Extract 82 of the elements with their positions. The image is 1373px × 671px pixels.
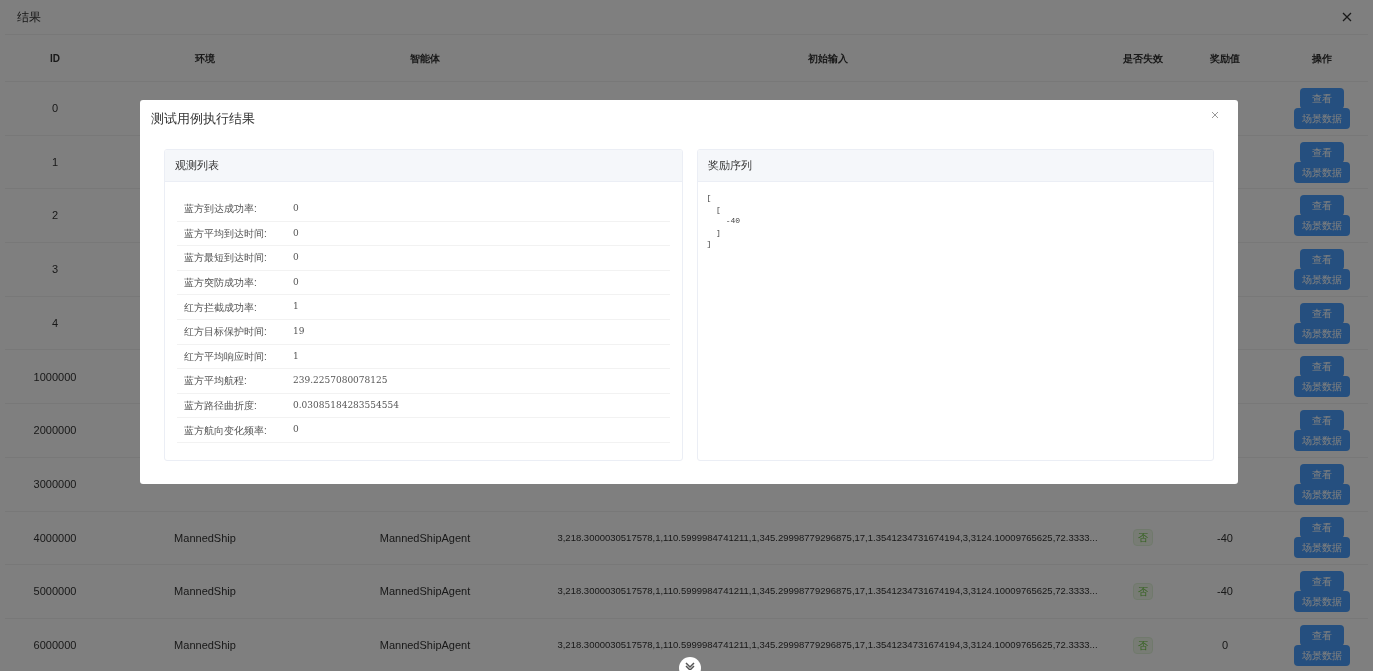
reward-cell-text: -40 xyxy=(1217,584,1233,600)
column-header: 是否失效 xyxy=(1122,51,1163,66)
observation-value: 0 xyxy=(293,423,299,437)
view-button[interactable]: 查看 xyxy=(1299,624,1344,646)
observation-value: 0 xyxy=(293,275,299,289)
observation-value: 0.03085184283554554 xyxy=(293,398,399,412)
scene-data-button[interactable]: 场景数据 xyxy=(1293,268,1350,290)
column-header: ID xyxy=(50,51,60,66)
observation-label: 红方目标保护时间: xyxy=(183,325,268,340)
observation-label: 蓝方平均航程: xyxy=(183,374,248,389)
view-button[interactable]: 查看 xyxy=(1299,517,1344,539)
observation-value: 19 xyxy=(293,325,305,338)
initial-input-cell: 3,218.3000030517578,1,110.5999984741211,1,345.29998779296875,17,1.3541234731674194,3,3124.10009765625,72.3333... xyxy=(557,530,1098,545)
scene-data-button[interactable]: 场景数据 xyxy=(1293,322,1350,344)
agent-cell-text: MannedShipAgent xyxy=(379,530,471,546)
view-button[interactable]: 查看 xyxy=(1299,302,1344,324)
observation-label: 蓝方突防成功率: xyxy=(183,276,258,291)
view-button[interactable]: 查看 xyxy=(1299,409,1344,431)
view-button[interactable]: 查看 xyxy=(1299,571,1344,593)
reward-cell-text: -40 xyxy=(1217,530,1233,546)
observation-value: 0 xyxy=(293,251,299,265)
column-header: 环境 xyxy=(195,51,215,66)
id-cell-text: 6000000 xyxy=(33,637,77,653)
agent-cell-text: MannedShipAgent xyxy=(379,584,471,600)
observation-label: 蓝方最短到达时间: xyxy=(183,251,268,266)
observation-label: 蓝方航向变化频率: xyxy=(183,423,268,438)
reward-sequence: [ [ -40 ] ] xyxy=(705,192,742,250)
column-header: 初始输入 xyxy=(807,51,848,66)
scene-data-button[interactable]: 场景数据 xyxy=(1293,107,1350,129)
id-cell-text: 4000000 xyxy=(33,530,77,546)
view-button[interactable]: 查看 xyxy=(1299,195,1344,217)
id-cell-text: 1000000 xyxy=(33,369,77,385)
observation-label: 红方平均响应时间: xyxy=(183,349,268,364)
observation-value: 1 xyxy=(293,349,299,363)
reward-cell-text: 0 xyxy=(1221,637,1229,653)
status-tag: 否 xyxy=(1132,583,1153,601)
id-cell-text: 3 xyxy=(51,262,59,278)
id-cell-text: 0 xyxy=(51,101,59,117)
close-icon[interactable] xyxy=(1211,111,1219,119)
column-header: 操作 xyxy=(1311,51,1332,66)
card-title: 观测列表 xyxy=(175,158,219,174)
observation-value: 0 xyxy=(293,226,299,240)
observation-label: 蓝方到达成功率: xyxy=(183,202,258,217)
observation-value: 1 xyxy=(293,300,299,314)
scene-data-button[interactable]: 场景数据 xyxy=(1293,215,1350,237)
view-button[interactable]: 查看 xyxy=(1299,141,1344,163)
status-tag: 否 xyxy=(1132,636,1153,654)
dialog-title: 结果 xyxy=(17,9,41,26)
id-cell-text: 2 xyxy=(51,208,59,224)
environment-cell-text: MannedShip xyxy=(174,637,236,653)
environment-cell-text: MannedShip xyxy=(174,584,236,600)
view-button[interactable]: 查看 xyxy=(1299,87,1344,109)
scene-data-button[interactable]: 场景数据 xyxy=(1293,537,1350,559)
id-cell-text: 3000000 xyxy=(33,476,77,492)
observation-label: 红方拦截成功率: xyxy=(183,300,258,315)
view-button[interactable]: 查看 xyxy=(1299,356,1344,378)
observation-value: 0 xyxy=(293,202,299,216)
scene-data-button[interactable]: 场景数据 xyxy=(1293,483,1350,505)
environment-cell-text: MannedShip xyxy=(174,530,236,546)
id-cell-text: 5000000 xyxy=(33,584,77,600)
id-cell-text: 1 xyxy=(51,154,59,170)
card-title: 奖励序列 xyxy=(707,158,752,174)
column-header: 智能体 xyxy=(410,51,440,66)
observation-label: 蓝方平均到达时间: xyxy=(183,226,268,241)
observation-label: 蓝方路径曲折度: xyxy=(183,399,258,414)
scene-data-button[interactable]: 场景数据 xyxy=(1293,644,1350,666)
initial-input-cell: 3,218.3000030517578,1,110.5999984741211,1,345.29998779296875,17,1.3541234731674194,3,3124.10009765625,72.3333... xyxy=(557,638,1098,653)
observation-value: 239.2257080078125 xyxy=(293,374,388,388)
modal-title: 测试用例执行结果 xyxy=(151,110,255,129)
agent-cell-text: MannedShipAgent xyxy=(379,637,471,653)
initial-input-cell: 3,218.3000030517578,1,110.5999984741211,1,345.29998779296875,17,1.3541234731674194,3,3124.10009765625,72.3333... xyxy=(557,584,1098,599)
status-tag: 否 xyxy=(1132,529,1153,547)
scene-data-button[interactable]: 场景数据 xyxy=(1293,376,1350,398)
column-header: 奖励值 xyxy=(1210,51,1240,66)
view-button[interactable]: 查看 xyxy=(1299,248,1344,270)
view-button[interactable]: 查看 xyxy=(1299,463,1344,485)
scene-data-button[interactable]: 场景数据 xyxy=(1293,429,1350,451)
close-icon[interactable] xyxy=(1342,12,1352,22)
id-cell-text: 4 xyxy=(51,315,59,331)
scene-data-button[interactable]: 场景数据 xyxy=(1293,161,1350,183)
scene-data-button[interactable]: 场景数据 xyxy=(1293,591,1350,613)
id-cell-text: 2000000 xyxy=(33,423,77,439)
